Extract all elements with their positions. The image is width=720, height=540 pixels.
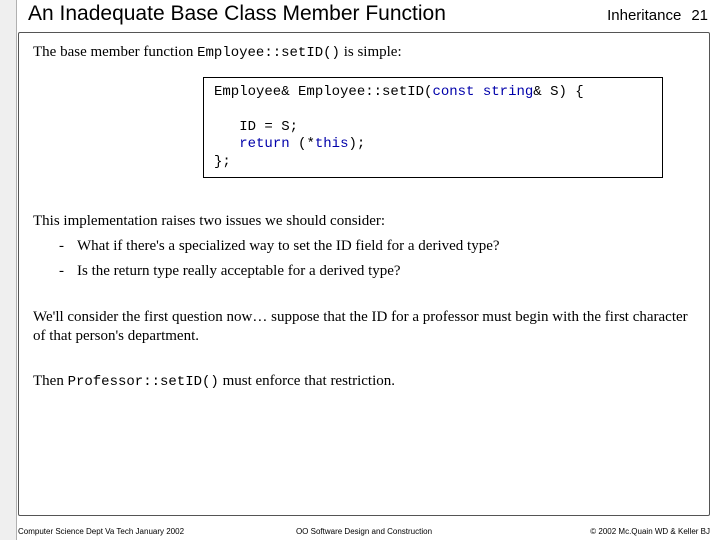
spacer (33, 292, 695, 308)
paragraph-2: Then Professor::setID() must enforce tha… (33, 372, 695, 392)
paragraph-1: We'll consider the first question now… s… (33, 308, 695, 346)
code-sig-mid (474, 84, 482, 100)
para2-prefix: Then (33, 373, 68, 389)
bullet-text-2: Is the return type really acceptable for… (77, 262, 401, 281)
slide: An Inadequate Base Class Member Function… (0, 0, 720, 540)
para2-suffix: must enforce that restriction. (219, 373, 395, 389)
code-kw-string: string (483, 84, 533, 100)
bullet-dash-icon: - (59, 262, 77, 281)
code-kw-this: this (315, 136, 349, 152)
footer: Computer Science Dept Va Tech January 20… (18, 527, 710, 536)
code-close: }; (214, 154, 231, 170)
code-line1: ID = S; (239, 119, 298, 135)
header-right: Inheritance 21 (607, 7, 708, 25)
decor-left-strip (0, 0, 17, 540)
spacer (33, 196, 695, 212)
issues-intro: This implementation raises two issues we… (33, 212, 695, 231)
bullet-dash-icon: - (59, 237, 77, 256)
spacer (33, 346, 695, 372)
intro-prefix: The base member function (33, 44, 197, 60)
list-item: - Is the return type really acceptable f… (59, 262, 695, 281)
bullet-list: - What if there's a specialized way to s… (33, 237, 695, 281)
code-sig-left: Employee& Employee::setID( (214, 84, 432, 100)
code-box: Employee& Employee::setID(const string& … (203, 77, 663, 179)
para2-code: Professor::setID() (68, 374, 219, 390)
section-label: Inheritance (607, 7, 681, 24)
content-frame: The base member function Employee::setID… (18, 32, 710, 516)
code-line2-indent (214, 136, 239, 152)
code-line2-rest: (* (290, 136, 315, 152)
bullet-text-1: What if there's a specialized way to set… (77, 237, 500, 256)
intro-code: Employee::setID() (197, 45, 340, 61)
footer-center: OO Software Design and Construction (18, 527, 710, 536)
code-kw-return: return (239, 136, 289, 152)
code-line1-indent (214, 119, 239, 135)
page-title: An Inadequate Base Class Member Function (28, 2, 446, 26)
code-kw-const: const (432, 84, 474, 100)
list-item: - What if there's a specialized way to s… (59, 237, 695, 256)
page-number: 21 (691, 7, 708, 24)
code-line2-tail: ); (348, 136, 365, 152)
intro-suffix: is simple: (340, 44, 402, 60)
header: An Inadequate Base Class Member Function… (0, 0, 720, 26)
code-sig-right: & S) { (533, 84, 583, 100)
intro-line: The base member function Employee::setID… (33, 43, 695, 63)
